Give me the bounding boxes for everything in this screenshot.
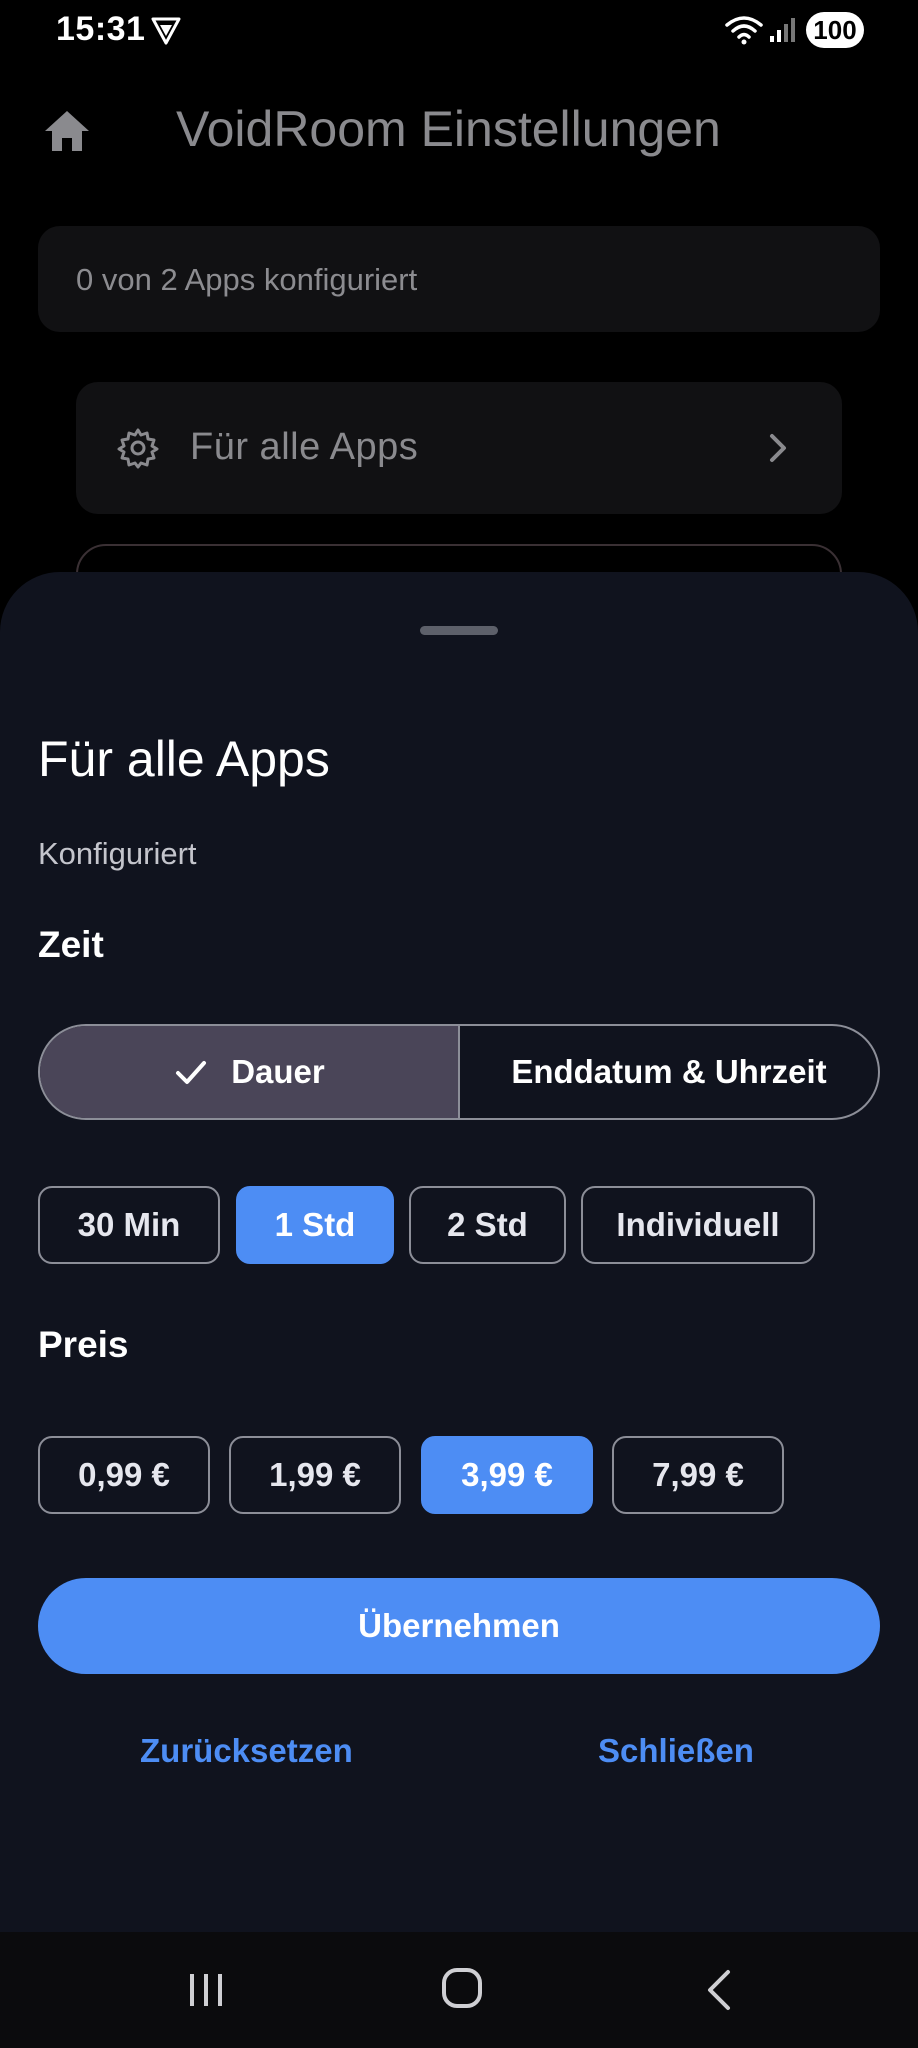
reset-button[interactable]: Zurücksetzen xyxy=(140,1732,353,1770)
mode-enddate-option[interactable]: Enddatum & Uhrzeit xyxy=(460,1026,878,1118)
battery-indicator: 100 xyxy=(806,12,864,48)
duration-chip-1h[interactable]: 1 Std xyxy=(236,1186,394,1264)
recents-icon[interactable] xyxy=(184,1968,228,2012)
wifi-icon xyxy=(725,16,763,45)
summary-text: 0 von 2 Apps konfiguriert xyxy=(76,262,418,297)
all-apps-card[interactable]: Für alle Apps xyxy=(76,382,842,514)
back-icon[interactable] xyxy=(700,1968,740,2012)
drag-handle[interactable] xyxy=(420,626,498,635)
home-icon[interactable] xyxy=(42,108,92,154)
nav-home-icon[interactable] xyxy=(440,1966,484,2010)
signal-icon xyxy=(770,18,795,42)
close-button[interactable]: Schließen xyxy=(598,1732,754,1770)
mode-enddate-label: Enddatum & Uhrzeit xyxy=(511,1053,827,1090)
chevron-right-icon xyxy=(770,434,786,462)
mode-duration-label: Dauer xyxy=(231,1053,325,1090)
price-chip-0-99[interactable]: 0,99 € xyxy=(38,1436,210,1514)
price-chip-1-99[interactable]: 1,99 € xyxy=(229,1436,401,1514)
apply-button[interactable]: Übernehmen xyxy=(38,1578,880,1674)
summary-card: 0 von 2 Apps konfiguriert xyxy=(38,226,880,332)
vpn-icon xyxy=(151,17,181,45)
mode-duration-option[interactable]: Dauer xyxy=(40,1026,460,1118)
all-apps-label: Für alle Apps xyxy=(190,426,419,468)
time-mode-toggle: Dauer Enddatum & Uhrzeit xyxy=(38,1024,880,1120)
status-bar: 15:31 100 xyxy=(0,0,918,64)
price-chip-3-99[interactable]: 3,99 € xyxy=(421,1436,593,1514)
app-title: VoidRoom Einstellungen xyxy=(176,101,721,157)
system-nav-bar xyxy=(0,1932,918,2048)
gear-icon xyxy=(117,428,159,469)
sheet-subtitle: Konfiguriert xyxy=(38,836,197,871)
price-chip-7-99[interactable]: 7,99 € xyxy=(612,1436,784,1514)
bottom-sheet: Für alle Apps Konfiguriert Zeit Dauer En… xyxy=(0,572,918,1932)
duration-chip-custom[interactable]: Individuell xyxy=(581,1186,815,1264)
duration-chip-30min[interactable]: 30 Min xyxy=(38,1186,220,1264)
price-section-label: Preis xyxy=(38,1324,129,1365)
status-time: 15:31 xyxy=(56,10,146,48)
check-icon xyxy=(176,1061,207,1084)
app-bar: VoidRoom Einstellungen xyxy=(0,90,918,170)
duration-chip-2h[interactable]: 2 Std xyxy=(409,1186,566,1264)
time-section-label: Zeit xyxy=(38,924,104,965)
sheet-title: Für alle Apps xyxy=(38,731,330,787)
